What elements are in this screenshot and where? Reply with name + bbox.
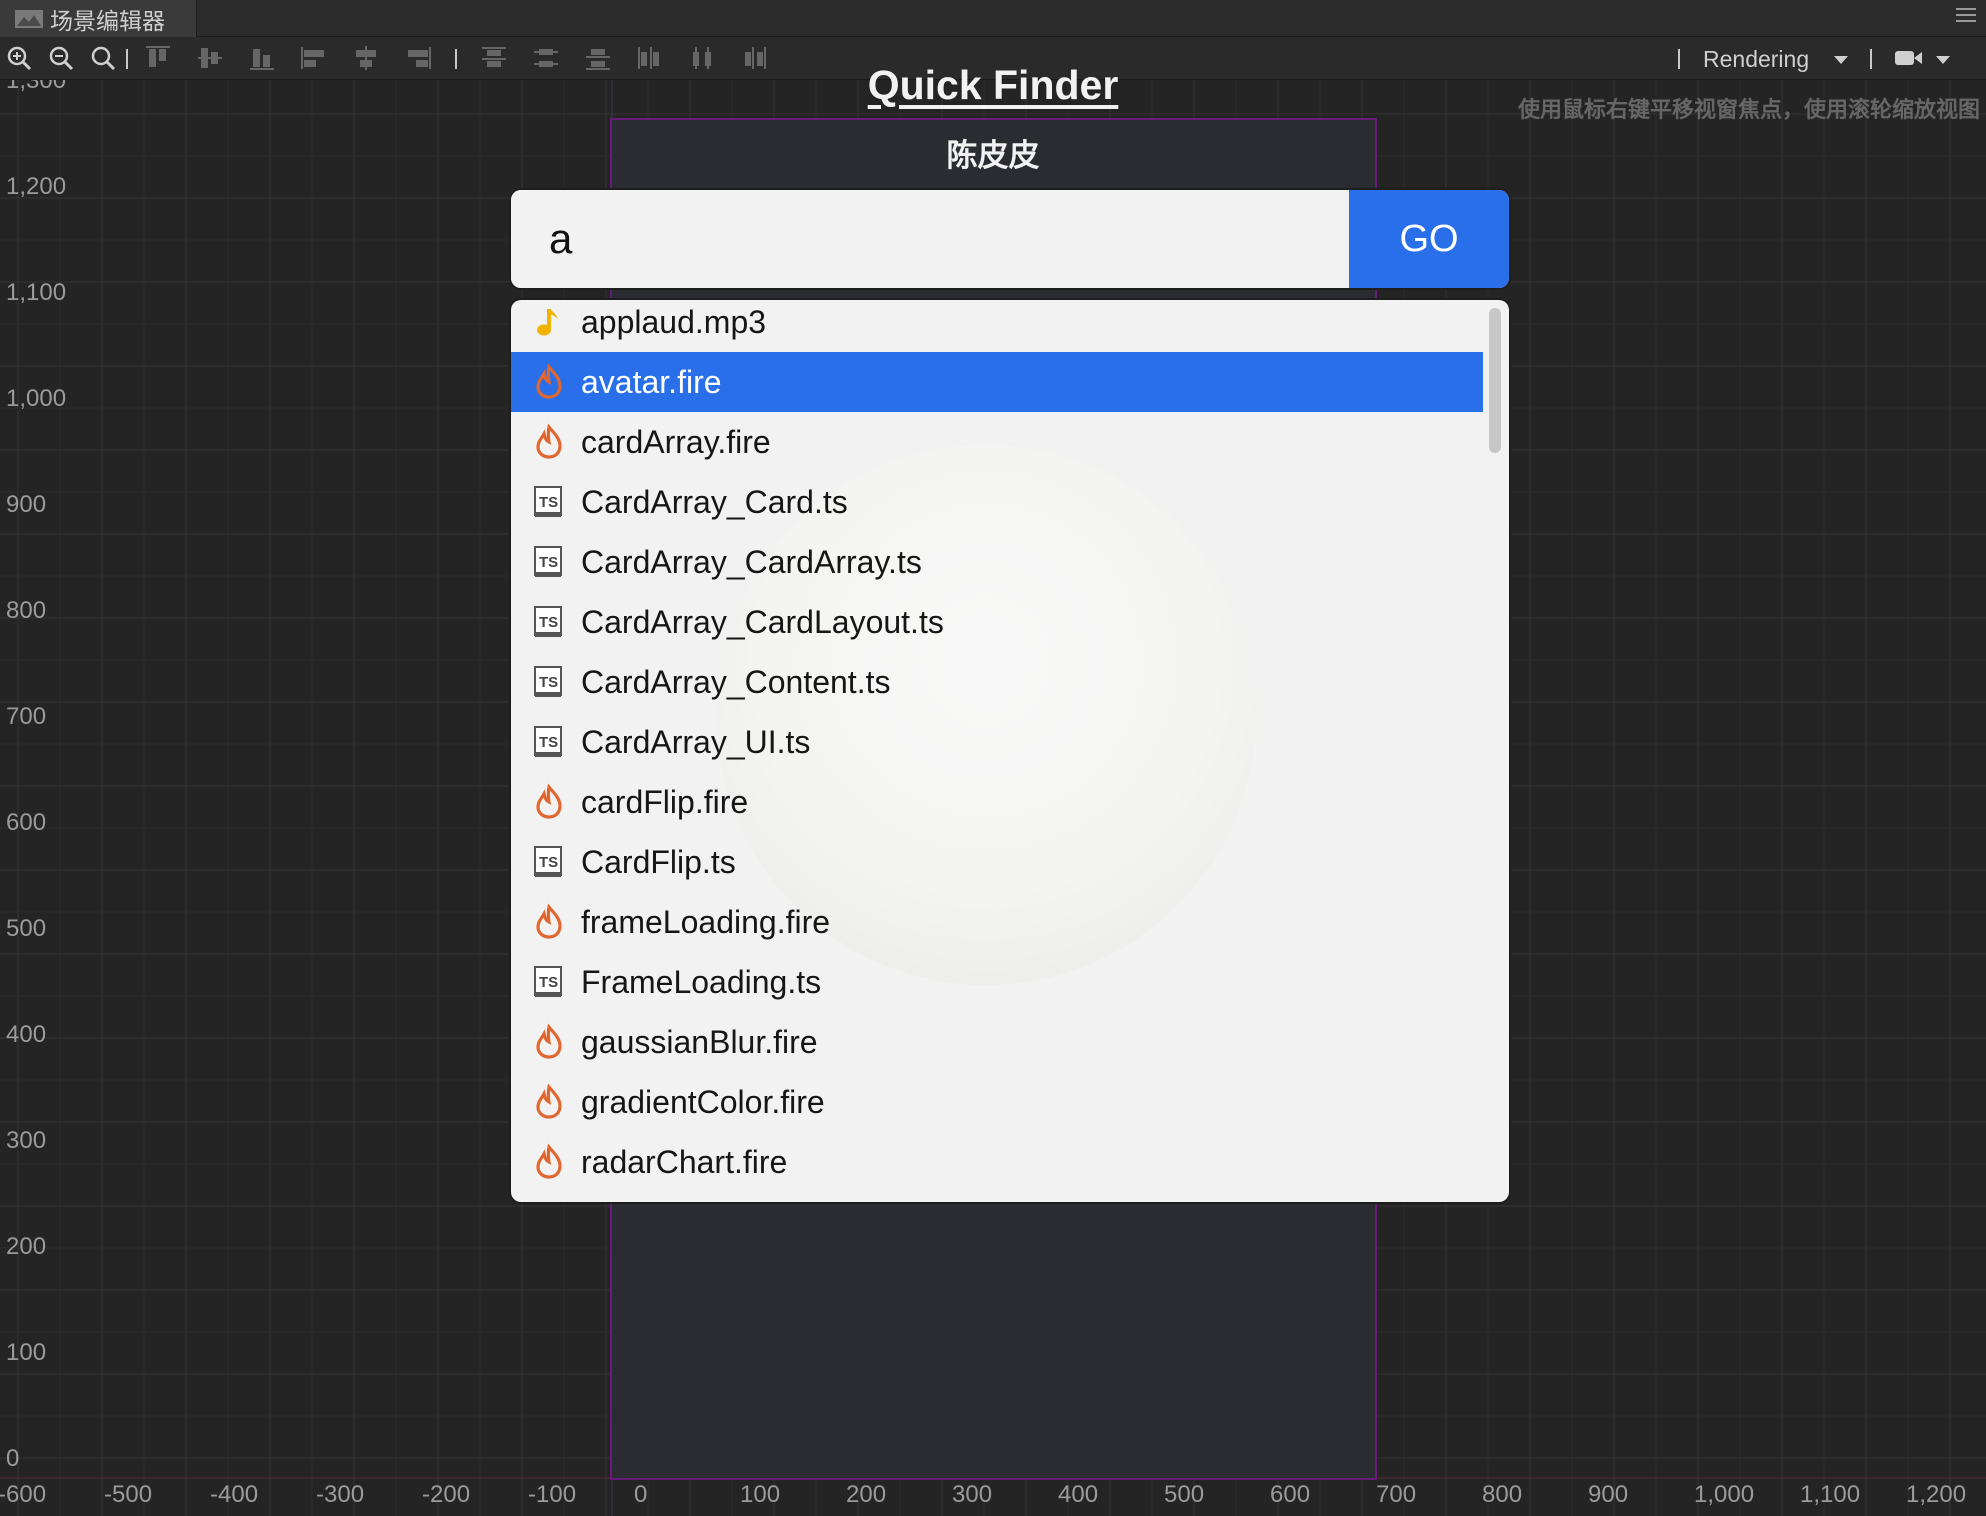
typescript-file-icon: TS <box>529 602 569 642</box>
typescript-file-icon: TS <box>529 482 569 522</box>
x-axis-tick-label: 100 <box>740 1481 781 1508</box>
y-axis-tick-label: 100 <box>6 1339 47 1366</box>
result-item[interactable]: TS CardArray_Content.ts <box>511 652 1483 712</box>
result-item[interactable]: TS FrameLoading.ts <box>511 952 1483 1012</box>
y-axis-tick-label: 1,200 <box>6 173 67 200</box>
x-axis-tick-label: 600 <box>1270 1481 1311 1508</box>
result-item-label: radarChart.fire <box>581 1143 788 1180</box>
fire-icon <box>529 422 569 462</box>
search-input[interactable] <box>511 190 1349 288</box>
result-item[interactable]: gaussianBlur.fire <box>511 1012 1483 1072</box>
y-axis-tick-label: 1,000 <box>6 385 67 412</box>
result-item-label: cardFlip.fire <box>581 783 749 820</box>
result-item-label: gaussianBlur.fire <box>581 1023 818 1060</box>
typescript-file-icon: TS <box>529 662 569 702</box>
x-axis-tick-label: 0 <box>634 1481 648 1508</box>
svg-text:TS: TS <box>539 734 558 751</box>
x-axis-tick-label: -400 <box>210 1481 259 1508</box>
x-axis-tick-label: 200 <box>846 1481 887 1508</box>
result-item-label: cardArray.fire <box>581 423 771 460</box>
typescript-file-icon: TS <box>529 962 569 1002</box>
result-item-label: CardArray_CardArray.ts <box>581 543 922 580</box>
result-item-label: CardFlip.ts <box>581 843 736 880</box>
x-axis-tick-label: 500 <box>1164 1481 1205 1508</box>
result-item[interactable]: cardFlip.fire <box>511 772 1483 832</box>
x-axis-tick-label: 1,200 <box>1906 1481 1967 1508</box>
fire-icon <box>529 1142 569 1182</box>
typescript-file-icon: TS <box>529 842 569 882</box>
search-bar: GO <box>511 190 1509 288</box>
x-axis-tick-label: 1,100 <box>1800 1481 1861 1508</box>
result-item-label: gradientColor.fire <box>581 1083 825 1120</box>
x-axis-tick-label: -100 <box>528 1481 577 1508</box>
result-item-label: CardArray_CardLayout.ts <box>581 603 944 640</box>
fire-icon <box>529 782 569 822</box>
result-item-label: FrameLoading.ts <box>581 963 822 1000</box>
x-axis-tick-label: 900 <box>1588 1481 1629 1508</box>
svg-text:TS: TS <box>539 614 558 631</box>
result-item-label: CardArray_UI.ts <box>581 723 811 760</box>
results-list[interactable]: applaud.mp3 avatar.fire cardArray.fire TS Ca… <box>511 300 1509 1202</box>
y-axis-tick-label: 1,100 <box>6 279 67 306</box>
y-axis-tick-label: 600 <box>6 809 47 836</box>
go-button[interactable]: GO <box>1349 190 1509 288</box>
result-item[interactable]: TS CardFlip.ts <box>511 832 1483 892</box>
x-axis-tick-label: 700 <box>1376 1481 1417 1508</box>
fire-icon <box>529 1022 569 1062</box>
typescript-file-icon: TS <box>529 542 569 582</box>
svg-text:TS: TS <box>539 554 558 571</box>
y-axis-tick-label: 300 <box>6 1127 47 1154</box>
scene-editor-tab[interactable]: 场景编辑器 <box>0 0 197 37</box>
x-axis-tick-label: -300 <box>316 1481 365 1508</box>
fire-icon <box>529 362 569 402</box>
x-axis-tick-label: 800 <box>1482 1481 1523 1508</box>
result-item[interactable]: cardArray.fire <box>511 412 1483 472</box>
result-item-label: frameLoading.fire <box>581 903 831 940</box>
result-item[interactable]: TS CardArray_UI.ts <box>511 712 1483 772</box>
app-title: Quick Finder <box>867 62 1119 108</box>
fire-icon <box>529 1082 569 1122</box>
result-item[interactable]: gradientColor.fire <box>511 1072 1483 1132</box>
music-note-icon <box>529 302 569 342</box>
y-axis-tick-label: 700 <box>6 703 47 730</box>
y-axis-tick-label: 500 <box>6 915 47 942</box>
y-axis-tick-label: 900 <box>6 491 47 518</box>
y-axis-tick-label: 200 <box>6 1233 47 1260</box>
result-item[interactable]: applaud.mp3 <box>511 300 1483 352</box>
result-item[interactable]: TS CardArray_CardLayout.ts <box>511 592 1483 652</box>
result-item-label: CardArray_Content.ts <box>581 663 891 700</box>
x-axis-tick-label: 400 <box>1058 1481 1099 1508</box>
scene-icon <box>14 8 44 30</box>
y-axis-tick-label: 800 <box>6 597 47 624</box>
editor-tab-bar: 场景编辑器 <box>0 0 1986 37</box>
svg-text:TS: TS <box>539 494 558 511</box>
result-item[interactable]: TS CardArray_CardArray.ts <box>511 532 1483 592</box>
result-item-label: CardArray_Card.ts <box>581 483 848 520</box>
svg-text:TS: TS <box>539 854 558 871</box>
y-axis-tick-label: 400 <box>6 1021 47 1048</box>
result-item[interactable]: radarChart.fire <box>511 1132 1483 1192</box>
fire-icon <box>529 902 569 942</box>
result-item-label: avatar.fire <box>581 363 722 400</box>
x-axis-tick-label: 300 <box>952 1481 993 1508</box>
x-axis-tick-label: -600 <box>0 1481 47 1508</box>
panel-menu-icon[interactable] <box>1956 8 1976 24</box>
result-item[interactable]: frameLoading.fire <box>511 892 1483 952</box>
y-axis-tick-label: 0 <box>6 1445 20 1472</box>
typescript-file-icon: TS <box>529 722 569 762</box>
result-item-selected[interactable]: avatar.fire <box>511 352 1483 412</box>
app-author: 陈皮皮 <box>946 138 1040 173</box>
svg-text:TS: TS <box>539 974 558 991</box>
tab-title: 场景编辑器 <box>50 7 165 34</box>
x-axis-tick-label: -500 <box>104 1481 153 1508</box>
x-axis-tick-label: 1,000 <box>1694 1481 1755 1508</box>
x-axis-tick-label: -200 <box>422 1481 471 1508</box>
result-item[interactable]: TS CardArray_Card.ts <box>511 472 1483 532</box>
results-scrollbar[interactable] <box>1489 308 1501 453</box>
result-item-label: applaud.mp3 <box>581 303 767 340</box>
svg-text:TS: TS <box>539 674 558 691</box>
